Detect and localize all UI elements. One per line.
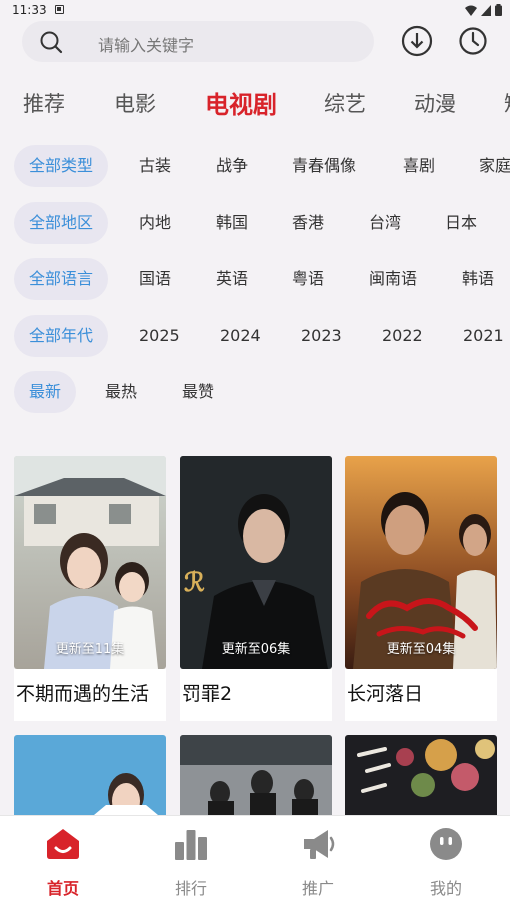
filter-type-option[interactable]: 古装 xyxy=(139,145,171,187)
drama-card[interactable]: 更新至04集 长河落日 xyxy=(345,456,497,721)
filter-type-option[interactable]: 战争 xyxy=(216,145,248,187)
nav-ranking[interactable]: 排行 xyxy=(141,816,241,906)
nav-ranking-label: 排行 xyxy=(174,879,207,898)
tab-recommend[interactable]: 推荐 xyxy=(23,88,65,118)
tab-tv-series[interactable]: 电视剧 xyxy=(205,85,277,120)
filter-region-option[interactable]: 台湾 xyxy=(369,202,401,244)
app-screen: 11:33 请输入关键字 推荐 电影 电视剧 综艺 动漫 短 全部类型 古 xyxy=(0,0,510,906)
filter-row-year: 全部年代 2025 2024 2023 2022 2021 xyxy=(0,315,510,359)
tab-anime[interactable]: 动漫 xyxy=(414,88,456,118)
nav-promote[interactable]: 推广 xyxy=(268,816,368,906)
status-bar: 11:33 xyxy=(0,0,510,20)
nav-profile[interactable]: 我的 xyxy=(396,816,496,906)
episode-status: 更新至11集 xyxy=(55,642,125,657)
search-placeholder: 请输入关键字 xyxy=(98,36,195,55)
filter-language-option[interactable]: 国语 xyxy=(139,258,171,300)
poster-art xyxy=(180,735,332,815)
sort-latest[interactable]: 最新 xyxy=(14,371,77,413)
episode-status: 更新至04集 xyxy=(386,642,456,657)
channel-tabs: 推荐 电影 电视剧 综艺 动漫 短 xyxy=(0,82,510,122)
tab-movies[interactable]: 电影 xyxy=(114,88,156,118)
filter-type-option[interactable]: 喜剧 xyxy=(403,145,435,187)
tab-short[interactable]: 短 xyxy=(504,88,510,118)
filter-region-option[interactable]: 日本 xyxy=(445,202,477,244)
filter-row-language: 全部语言 国语 英语 粤语 闽南语 韩语 xyxy=(0,258,510,302)
sort-hottest[interactable]: 最热 xyxy=(105,371,137,413)
notification-icon xyxy=(55,5,64,14)
drama-poster[interactable] xyxy=(14,735,166,815)
filter-language-option[interactable]: 英语 xyxy=(216,258,248,300)
filter-year-option[interactable]: 2021 xyxy=(463,315,504,357)
status-icons xyxy=(465,4,502,16)
search-icon xyxy=(40,31,63,54)
drama-poster: 更新至11集 xyxy=(14,456,166,669)
signal-icon xyxy=(481,4,491,16)
bottom-nav: 首页 排行 推广 我的 xyxy=(0,815,510,906)
drama-poster: 更新至04集 xyxy=(345,456,497,669)
filter-type-option[interactable]: 家庭 xyxy=(479,145,510,187)
poster-art xyxy=(345,735,497,815)
filter-year-option[interactable]: 2024 xyxy=(220,315,261,357)
sort-most-liked[interactable]: 最赞 xyxy=(182,371,214,413)
episode-status: 更新至06集 xyxy=(221,642,291,657)
status-time: 11:33 xyxy=(12,3,47,17)
filter-region-option[interactable]: 内地 xyxy=(139,202,171,244)
filter-row-sort: 最新 最热 最赞 xyxy=(0,371,510,415)
filter-language-all[interactable]: 全部语言 xyxy=(14,258,109,300)
drama-poster[interactable] xyxy=(345,735,497,815)
drama-poster[interactable] xyxy=(180,735,332,815)
home-icon xyxy=(47,829,79,859)
filter-type-option[interactable]: 青春偶像 xyxy=(292,145,356,187)
filter-year-option[interactable]: 2022 xyxy=(382,315,423,357)
bar-chart-icon xyxy=(175,830,207,860)
drama-title: 不期而遇的生活 xyxy=(14,669,166,721)
filter-region-all[interactable]: 全部地区 xyxy=(14,202,109,244)
filter-year-option[interactable]: 2025 xyxy=(139,315,180,357)
battery-icon xyxy=(495,4,502,16)
search-input[interactable]: 请输入关键字 xyxy=(22,21,374,62)
filter-region-option[interactable]: 韩国 xyxy=(216,202,248,244)
filter-year-all[interactable]: 全部年代 xyxy=(14,315,109,357)
filter-type-all[interactable]: 全部类型 xyxy=(14,145,109,187)
drama-title: 罚罪2 xyxy=(180,669,332,721)
poster-art xyxy=(14,735,166,815)
profile-face-icon xyxy=(430,828,462,860)
download-icon[interactable] xyxy=(401,25,433,57)
filter-language-option[interactable]: 闽南语 xyxy=(369,258,417,300)
filter-row-region: 全部地区 内地 韩国 香港 台湾 日本 xyxy=(0,202,510,246)
filter-language-option[interactable]: 粤语 xyxy=(292,258,324,300)
wifi-icon xyxy=(465,5,477,16)
megaphone-icon xyxy=(304,830,335,859)
filter-language-option[interactable]: 韩语 xyxy=(462,258,494,300)
drama-card[interactable]: ℛ 更新至06集 罚罪2 xyxy=(180,456,332,721)
drama-card[interactable]: 更新至11集 不期而遇的生活 xyxy=(14,456,166,721)
filter-region-option[interactable]: 香港 xyxy=(292,202,324,244)
filter-row-type: 全部类型 古装 战争 青春偶像 喜剧 家庭 xyxy=(0,145,510,189)
drama-title: 长河落日 xyxy=(345,669,497,721)
nav-home[interactable]: 首页 xyxy=(13,816,113,906)
nav-profile-label: 我的 xyxy=(429,879,462,898)
tab-variety[interactable]: 综艺 xyxy=(324,88,366,118)
svg-text:ℛ: ℛ xyxy=(184,568,205,598)
nav-promote-label: 推广 xyxy=(301,879,334,898)
drama-poster: ℛ 更新至06集 xyxy=(180,456,332,669)
history-clock-icon[interactable] xyxy=(458,26,488,56)
filter-year-option[interactable]: 2023 xyxy=(301,315,342,357)
nav-home-label: 首页 xyxy=(46,879,79,898)
